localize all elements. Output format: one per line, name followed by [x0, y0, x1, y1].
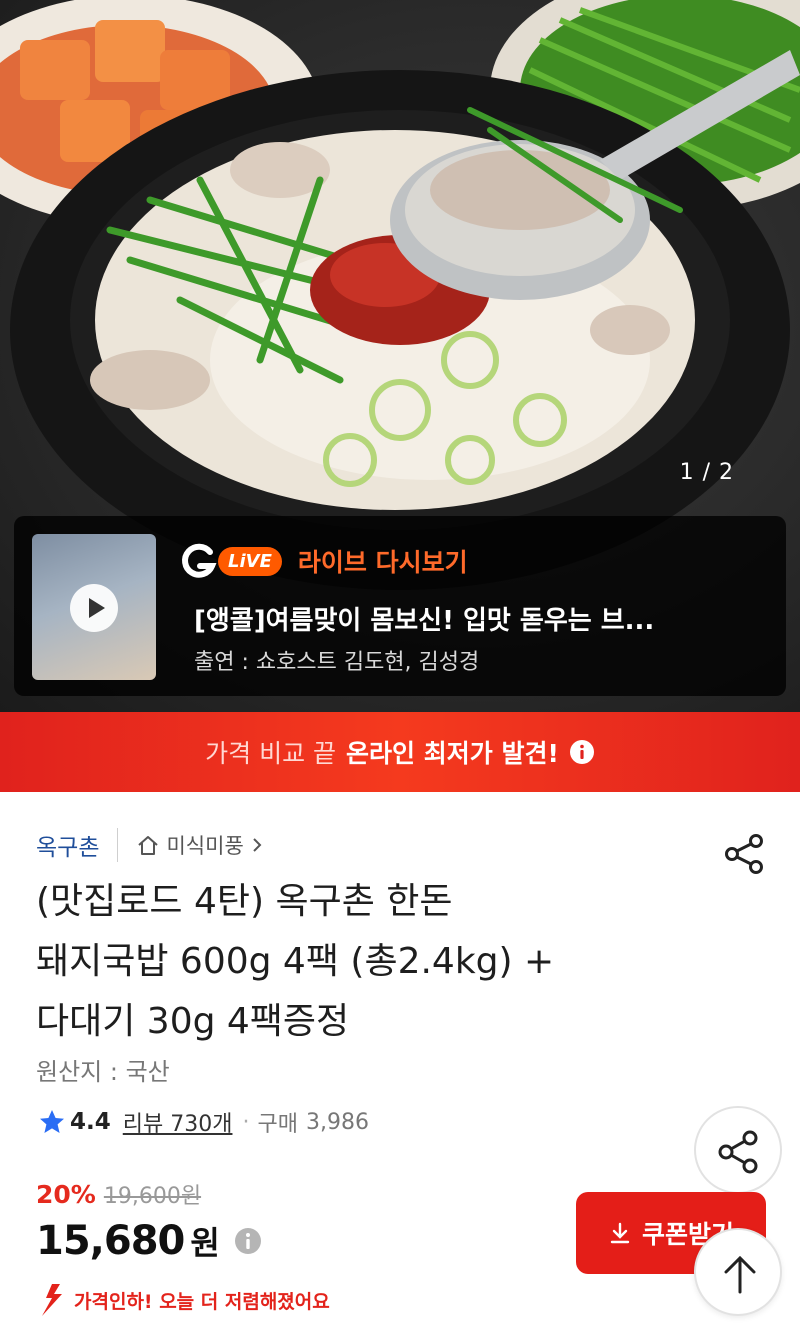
price-down-arrow-icon: [42, 1284, 62, 1316]
product-title-line: (맛집로드 4탄) 옥구촌 한돈: [36, 881, 453, 922]
chevron-right-icon: [253, 838, 262, 852]
live-title[interactable]: [앵콜]여름맞이 몸보신! 입맛 돋우는 브...: [194, 600, 754, 637]
floating-share-button[interactable]: [694, 1106, 782, 1194]
lowest-price-banner[interactable]: 가격 비교 끝 온라인 최저가 발견!: [0, 712, 800, 792]
separator-dot: ·: [242, 1109, 250, 1135]
product-image-carousel[interactable]: 1 / 2 LiVE 라이브 다시보기 [앵콜]여름맞이 몸보신! 입맛 돋우는…: [0, 0, 800, 712]
price-drop-notice: 가격인하! 오늘 더 저렴해졌어요: [38, 1282, 330, 1318]
breadcrumb-divider: [117, 828, 119, 862]
category-link[interactable]: 미식미풍: [136, 830, 263, 860]
purchase-label: 구매: [257, 1112, 298, 1137]
info-icon[interactable]: [569, 739, 595, 765]
final-price: 15,680: [36, 1218, 185, 1264]
product-title: (맛집로드 4탄) 옥구촌 한돈 돼지국밥 600g 4팩 (총2.4kg) +…: [36, 872, 736, 1052]
currency-unit: 원: [190, 1224, 220, 1262]
info-icon[interactable]: [234, 1227, 262, 1255]
breadcrumb: 옥구촌 미식미풍: [36, 828, 264, 862]
share-icon[interactable]: [722, 832, 766, 876]
live-cast: 출연 : 쇼호스트 김도현, 김성경: [194, 650, 480, 675]
download-icon: [610, 1222, 630, 1244]
live-badge: LiVE: [218, 546, 282, 576]
price-drop-text: 가격인하! 오늘 더 저렴해졌어요: [74, 1290, 330, 1313]
product-title-line: 다대기 30g 4팩증정: [36, 1001, 350, 1042]
product-title-line: 돼지국밥 600g 4팩 (총2.4kg) +: [36, 941, 555, 982]
review-count-link[interactable]: 리뷰 730개: [123, 1106, 233, 1138]
rating-row: 4.4 리뷰 730개 · 구매 3,986: [38, 1106, 369, 1138]
image-counter: 1 / 2: [679, 460, 734, 485]
price-row: 15,680 원: [36, 1218, 262, 1264]
category-label: 미식미풍: [166, 834, 244, 858]
discount-row: 20% 19,600원: [36, 1178, 201, 1210]
share-icon: [718, 1130, 758, 1174]
arrow-up-icon: [724, 1255, 756, 1294]
scroll-top-button[interactable]: [694, 1228, 782, 1316]
live-thumbnail[interactable]: [32, 534, 156, 680]
purchase-count: 3,986: [305, 1109, 369, 1135]
star-icon: [40, 1110, 64, 1133]
live-replay-label: 라이브 다시보기: [297, 548, 468, 577]
gmarket-g-icon: [182, 543, 217, 578]
live-replay-card[interactable]: LiVE 라이브 다시보기 [앵콜]여름맞이 몸보신! 입맛 돋우는 브... …: [14, 516, 786, 696]
rating-score: 4.4: [70, 1109, 111, 1135]
discount-rate: 20%: [36, 1180, 96, 1209]
play-icon[interactable]: [70, 584, 118, 632]
origin-text: 원산지 : 국산: [36, 1058, 170, 1086]
live-brand: LiVE 라이브 다시보기: [180, 542, 468, 580]
home-icon: [138, 836, 159, 855]
brand-link[interactable]: 옥구촌: [36, 828, 99, 862]
banner-prefix: 가격 비교 끝: [205, 739, 337, 768]
banner-highlight: 온라인 최저가 발견!: [346, 739, 559, 768]
original-price: 19,600원: [103, 1184, 202, 1209]
